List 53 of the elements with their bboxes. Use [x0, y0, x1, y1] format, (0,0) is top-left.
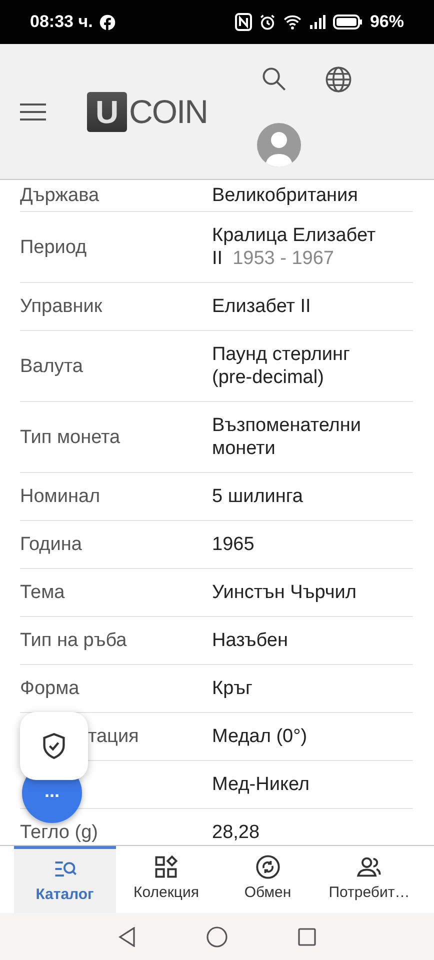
recents-icon[interactable] — [298, 928, 316, 946]
battery-percent: 96% — [370, 11, 404, 34]
search-icon — [260, 66, 286, 92]
battery-icon — [332, 14, 363, 30]
nav-tab[interactable]: Каталог — [14, 846, 116, 913]
shield-check-icon — [41, 732, 67, 760]
avatar-button[interactable] — [256, 123, 300, 167]
field-label: Година — [20, 533, 82, 556]
logo-mark: U — [87, 92, 127, 132]
field-label: Тегло (g) — [20, 821, 98, 844]
field-value: Мед-Никел — [212, 773, 310, 796]
field-value: Медал (0°) — [212, 725, 308, 748]
status-time: 08:33 ч. — [30, 11, 93, 34]
security-menu[interactable] — [20, 712, 88, 780]
nav-tab[interactable]: Колекция — [116, 846, 217, 913]
home-icon[interactable] — [206, 926, 228, 948]
field-value: Кралица Елизабет II 1953 - 1967 — [212, 224, 377, 270]
field-label: Тип на ръба — [20, 629, 127, 652]
field-value: Възпоменателни монети — [212, 414, 362, 460]
back-icon[interactable] — [118, 926, 136, 946]
field-label: Тип монета — [20, 426, 120, 448]
field-label: Държава — [20, 184, 100, 206]
field-value: Великобритания — [212, 184, 359, 206]
menu-icon — [20, 102, 46, 120]
field-value: 5 шилинга — [212, 485, 304, 508]
wifi-icon — [282, 14, 302, 30]
nfc-icon — [234, 13, 252, 31]
field-label: тация — [88, 725, 139, 748]
field-value: 1965 — [212, 533, 256, 556]
field-value: Назъбен — [212, 629, 289, 652]
field-value: Уинстън Чърчил — [212, 581, 358, 604]
field-value: 28,28 — [212, 821, 261, 844]
menu-button[interactable] — [20, 102, 46, 122]
field-label: Тема — [20, 581, 65, 604]
globe-icon — [325, 66, 352, 92]
logo-text: COIN — [129, 95, 208, 128]
grid-icon — [153, 854, 180, 880]
field-label: Валута — [20, 354, 83, 378]
language-button[interactable] — [324, 64, 354, 94]
field-label: Период — [20, 236, 87, 258]
field-value: Паунд стерлинг (pre-decimal) — [212, 343, 351, 389]
ucoin-logo[interactable]: U COIN — [87, 92, 208, 132]
field-label: Управник — [20, 295, 102, 318]
field-value: Кръг — [212, 677, 254, 700]
facebook-icon — [98, 14, 116, 30]
field-label: Номинал — [20, 485, 100, 508]
field-label: Форма — [20, 677, 80, 700]
exchange-icon — [254, 854, 281, 880]
nav-tab[interactable]: Обмен — [217, 846, 318, 913]
nav-tab[interactable]: Потребит… — [318, 846, 420, 913]
signal-icon — [308, 14, 326, 30]
alarm-icon — [258, 14, 276, 30]
field-value: Елизабет II — [212, 295, 312, 318]
